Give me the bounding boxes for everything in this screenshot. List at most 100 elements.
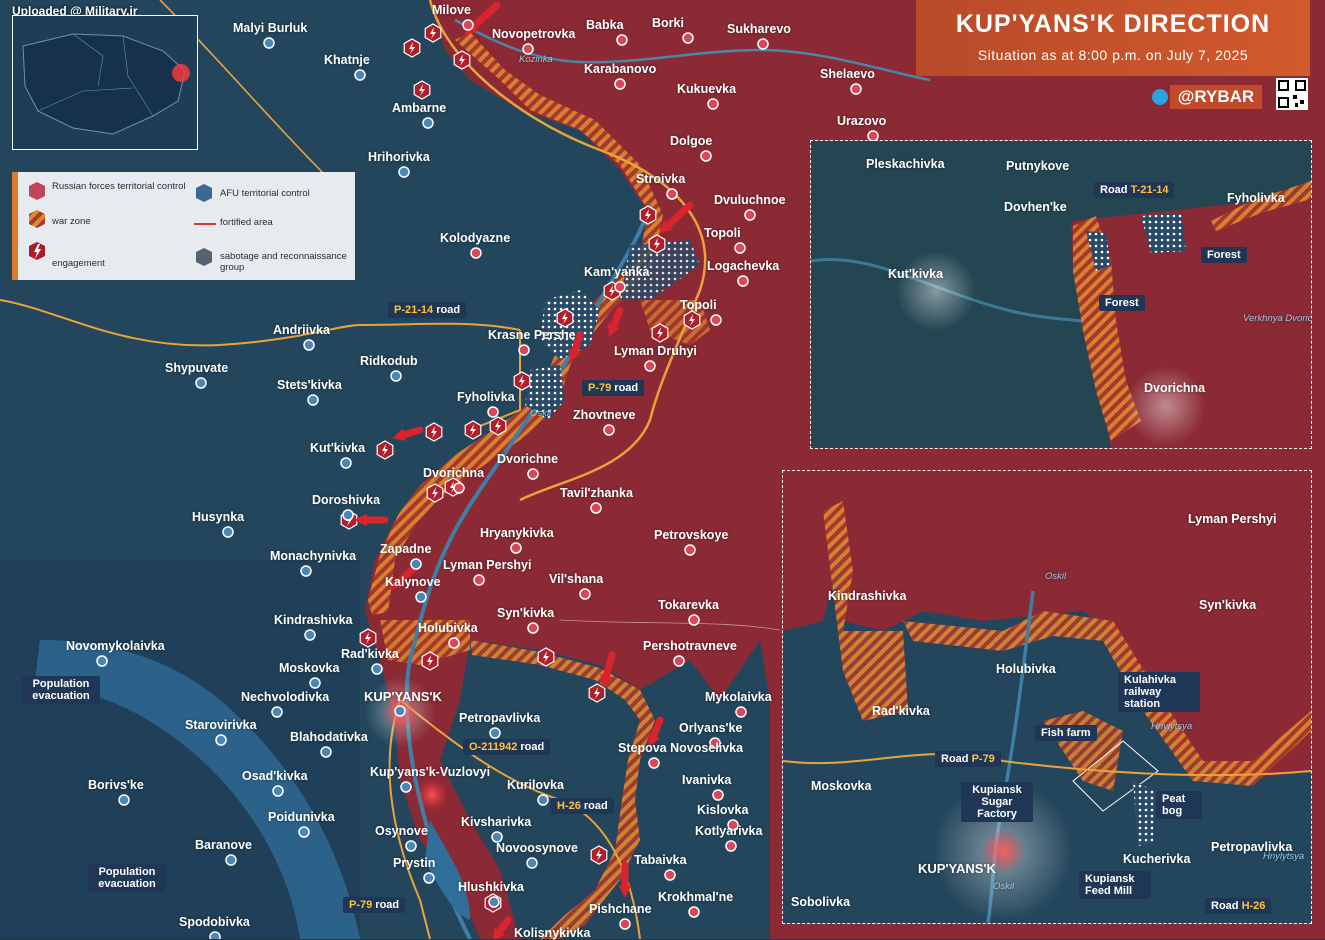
place-syn-kivka: Syn'kivka — [497, 606, 555, 620]
settlement-marker — [522, 43, 534, 55]
place-kup-yans-k: KUP'YANS'K — [364, 689, 442, 704]
settlement-marker — [527, 468, 539, 480]
place-urazovo: Urazovo — [837, 114, 887, 128]
place-kukuevka: Kukuevka — [677, 82, 737, 96]
settlement-marker — [422, 117, 434, 129]
settlement-marker — [673, 655, 685, 667]
inset-dvorichna: Pleskachivka Putnykove Dovhen'ke Fyholivka K… — [810, 140, 1312, 449]
place-shypuvate: Shypuvate — [165, 361, 229, 375]
telegram-icon — [1152, 89, 1168, 105]
place-starovirivka: Starovirivka — [185, 718, 257, 732]
place-pishchane: Pishchane — [589, 902, 652, 916]
place-vil-shana: Vil'shana — [549, 572, 604, 586]
place-kotlyarivka: Kotlyarivka — [695, 824, 763, 838]
settlement-marker — [340, 457, 352, 469]
place-kurilovka: Kurilovka — [507, 778, 564, 792]
settlement-marker — [405, 840, 417, 852]
legend-sabotage: sabotage and reconnaissance group — [220, 251, 347, 273]
place-logachevka: Logachevka — [707, 259, 780, 273]
legend-russian: Russian forces territorial control — [52, 181, 186, 192]
settlement-marker — [448, 637, 460, 649]
inset-kupyansk: Lyman Pershyi Kindrashivka Oskil Syn'kivka H… — [782, 470, 1312, 924]
place-sukharevo: Sukharevo — [727, 22, 791, 36]
place-kolisnykivka: Kolisnykivka — [514, 926, 591, 940]
settlement-marker — [215, 734, 227, 746]
place-kislovka: Kislovka — [697, 803, 749, 817]
place-lyman-pershyi: Lyman Pershyi — [443, 558, 532, 572]
settlement-marker — [619, 918, 631, 930]
label-fish-farm: Fish farm — [1035, 725, 1097, 741]
place-moskovka: Moskovka — [279, 661, 340, 675]
settlement-marker — [303, 339, 315, 351]
place-baranove: Baranove — [195, 838, 252, 852]
place-fyholivka: Fyholivka — [457, 390, 515, 404]
settlement-marker — [470, 247, 482, 259]
place-karabanovo: Karabanovo — [584, 62, 657, 76]
settlement-marker — [309, 677, 321, 689]
place-hnylytsya: Hnylytsya — [1151, 721, 1193, 732]
settlement-marker — [410, 558, 422, 570]
settlement-marker — [850, 83, 862, 95]
place-dvuluchnoe: Dvuluchnoe — [714, 193, 786, 207]
place-holubivka: Holubivka — [418, 621, 478, 635]
overview-minimap — [12, 15, 198, 150]
label-peat-bog: Peat bog — [1156, 791, 1202, 819]
place-oskil: Oskil — [1045, 571, 1067, 582]
place-ambarne: Ambarne — [392, 101, 447, 115]
settlement-marker — [737, 275, 749, 287]
place-syn-kivka: Syn'kivka — [1199, 598, 1257, 612]
settlement-marker — [684, 544, 696, 556]
settlement-marker — [354, 69, 366, 81]
place-dvorichna: Dvorichna — [423, 466, 485, 480]
place-dvorichne: Dvorichne — [497, 452, 559, 466]
settlement-marker — [462, 19, 474, 31]
place-malyi-burluk: Malyi Burluk — [233, 21, 308, 35]
legend-afu: AFU territorial control — [220, 188, 310, 199]
place-doroshivka: Doroshivka — [312, 493, 381, 507]
settlement-marker — [272, 785, 284, 797]
settlement-marker — [96, 655, 108, 667]
legend-engagement: engagement — [52, 258, 105, 269]
place-babka: Babka — [586, 18, 624, 32]
place-rad-kivka: Rad'kivka — [341, 647, 399, 661]
settlement-marker — [320, 746, 332, 758]
place-hrihorivka: Hrihorivka — [368, 150, 430, 164]
place-stepova-novoselivka: Stepova Novoselivka — [618, 741, 744, 755]
place-hnylytsya: Hnylytsya — [1263, 851, 1305, 862]
settlement-marker — [526, 857, 538, 869]
settlement-marker — [757, 38, 769, 50]
settlement-marker — [390, 370, 402, 382]
settlement-marker — [263, 37, 275, 49]
settlement-marker — [394, 705, 406, 717]
settlement-marker — [209, 931, 221, 939]
place-andriivka: Andriivka — [273, 323, 330, 337]
place-tavil-zhanka: Tavil'zhanka — [560, 486, 633, 500]
place-kindrashivka: Kindrashivka — [828, 589, 907, 603]
road-tag-p79: P-79 road — [582, 380, 645, 396]
place-kup-yans-k: KUP'YANS'K — [918, 861, 996, 876]
settlement-marker — [400, 781, 412, 793]
map-title: KUP'YANS'K DIRECTION — [955, 10, 1271, 38]
place-kindrashivka: Kindrashivka — [274, 613, 353, 627]
settlement-marker — [666, 188, 678, 200]
settlement-marker — [489, 727, 501, 739]
brand-label: @RYBAR — [1170, 85, 1262, 109]
settlement-marker — [222, 526, 234, 538]
place-lyman-pershyi: Lyman Pershyi — [1188, 512, 1277, 526]
settlement-marker — [298, 826, 310, 838]
place-oskil: Oskil — [530, 408, 552, 419]
inset-road-h26: Road H-26 — [1205, 898, 1272, 914]
place-sobolivka: Sobolivka — [791, 895, 851, 909]
inset-forest-2: Forest — [1099, 295, 1145, 311]
place-kam-yanka: Kam'yanka — [584, 265, 650, 279]
place-novoosynove: Novoosynove — [496, 841, 578, 855]
place-dolgoe: Dolgoe — [670, 134, 713, 148]
place-ridkodub: Ridkodub — [360, 354, 418, 368]
place-dovhen-ke: Dovhen'ke — [1004, 200, 1067, 214]
settlement-marker — [195, 377, 207, 389]
place-husynka: Husynka — [192, 510, 245, 524]
road-tag-h26: H-26 road — [551, 798, 614, 814]
settlement-marker — [614, 78, 626, 90]
place-mykolaivka: Mykolaivka — [705, 690, 772, 704]
place-moskovka: Moskovka — [811, 779, 872, 793]
